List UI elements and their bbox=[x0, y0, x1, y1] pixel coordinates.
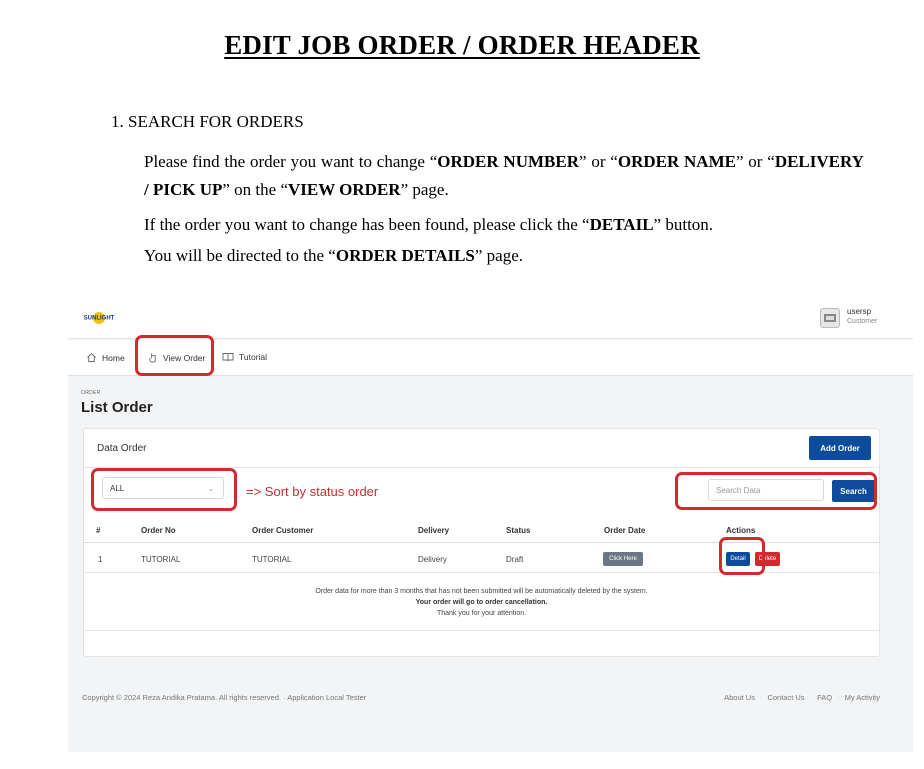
add-order-button[interactable]: Add Order bbox=[809, 436, 871, 460]
cell-status: Draft bbox=[506, 555, 524, 564]
instruction-paragraph-2: If the order you want to change has been… bbox=[144, 215, 714, 234]
footer-link-faq[interactable]: FAQ bbox=[817, 693, 832, 702]
step-heading: 1. SEARCH FOR ORDERS bbox=[111, 112, 304, 131]
book-icon bbox=[222, 353, 234, 362]
nav-tutorial-label: Tutorial bbox=[239, 352, 268, 362]
highlight-view-order bbox=[135, 335, 214, 376]
footer-separator: · bbox=[837, 693, 840, 702]
document-title: EDIT JOB ORDER / ORDER HEADER bbox=[224, 30, 700, 60]
cell-order-no: TUTORIAL bbox=[141, 555, 181, 564]
column-header-actions: Actions bbox=[726, 526, 756, 535]
footer-separator: · bbox=[809, 693, 813, 702]
notice-line-1: Order data for more than 3 months that h… bbox=[315, 588, 648, 595]
column-header-order-date: Order Date bbox=[604, 526, 646, 535]
column-header-delivery: Delivery bbox=[418, 526, 450, 535]
column-header-status: Status bbox=[506, 526, 531, 535]
nav-home[interactable]: Home bbox=[86, 352, 125, 363]
nav-home-label: Home bbox=[102, 352, 125, 363]
sunlight-logo[interactable]: SUNLIGHT bbox=[80, 310, 118, 324]
footer-links: About Us · Contact Us · FAQ · My Activit… bbox=[724, 693, 880, 702]
highlight-search bbox=[675, 472, 877, 510]
page-title: List Order bbox=[81, 399, 153, 416]
footer-link-contact[interactable]: Contact Us bbox=[767, 693, 804, 702]
footer-link-about[interactable]: About Us bbox=[724, 693, 755, 702]
card-title: Data Order bbox=[97, 443, 147, 454]
instruction-paragraph-1: Please find the order you want to change… bbox=[144, 152, 864, 199]
highlight-status-filter bbox=[91, 468, 237, 511]
column-header-number: # bbox=[96, 526, 101, 535]
column-header-order-customer: Order Customer bbox=[252, 526, 314, 535]
footer-link-activity[interactable]: My Activity bbox=[845, 693, 880, 702]
top-bar: SUNLIGHT usersp Customer bbox=[68, 300, 913, 339]
column-header-order-no: Order No bbox=[141, 526, 176, 535]
home-icon bbox=[87, 353, 96, 363]
retention-notice: Order data for more than 3 months that h… bbox=[84, 586, 879, 619]
breadcrumb: ORDER bbox=[81, 390, 101, 396]
highlight-detail-button bbox=[719, 537, 765, 575]
notice-line-2: Your order will go to order cancellation… bbox=[415, 599, 548, 606]
footer-separator: · bbox=[759, 693, 763, 702]
instruction-paragraph-3: You will be directed to the “ORDER DETAI… bbox=[144, 246, 524, 265]
cell-number: 1 bbox=[98, 555, 103, 564]
nav-tutorial[interactable]: Tutorial bbox=[222, 352, 267, 362]
user-avatar[interactable] bbox=[820, 308, 840, 328]
user-name[interactable]: usersp bbox=[847, 307, 871, 316]
card-footer-divider bbox=[84, 630, 879, 631]
cell-order-customer: TUTORIAL bbox=[252, 555, 292, 564]
footer-copyright: Copyright © 2024 Reza Andika Pratama. Al… bbox=[82, 693, 367, 702]
cell-delivery: Delivery bbox=[418, 555, 447, 564]
sort-annotation: => Sort by status order bbox=[246, 484, 379, 499]
order-date-button[interactable]: Click Here bbox=[603, 552, 643, 566]
svg-text:SUNLIGHT: SUNLIGHT bbox=[84, 316, 115, 322]
app-screenshot: SUNLIGHT usersp Customer Home View Order… bbox=[68, 300, 913, 752]
notice-line-3: Thank you for your attention. bbox=[436, 610, 527, 617]
user-role: Customer bbox=[847, 318, 878, 325]
